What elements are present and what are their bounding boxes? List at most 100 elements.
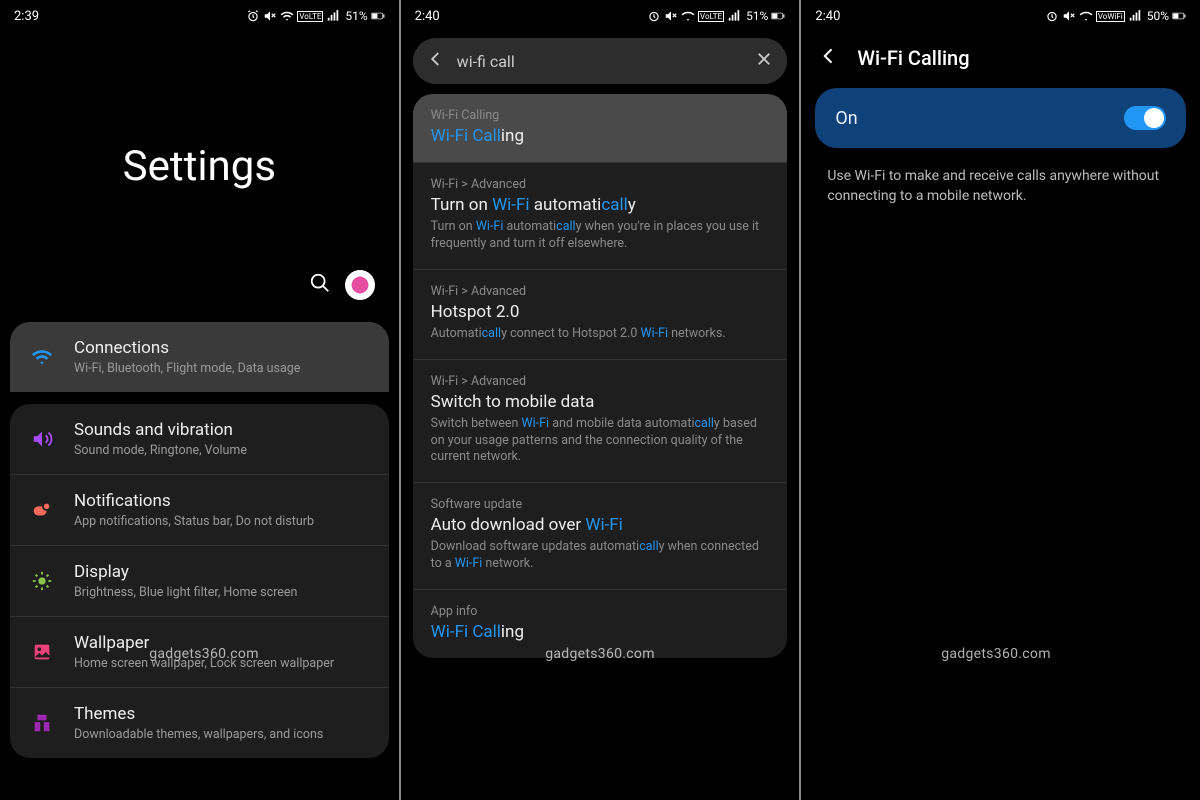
battery-text: 50% (1147, 9, 1169, 23)
status-bar: 2:40 VoWiFi 50% (801, 0, 1200, 32)
page-title: Wi-Fi Calling (857, 46, 969, 70)
wifi-icon (1079, 9, 1093, 23)
item-title: Display (74, 562, 297, 582)
status-icons: VoLTE 51% (246, 9, 384, 23)
signal-icon (727, 9, 741, 23)
clock: 2:40 (415, 9, 440, 24)
vowifi-label: VoWiFi (1096, 11, 1125, 22)
volte-label: VoLTE (698, 11, 724, 22)
item-title: Connections (74, 338, 300, 358)
signal-icon (1128, 9, 1142, 23)
settings-item-themes[interactable]: Themes Downloadable themes, wallpapers, a… (10, 687, 389, 758)
wifi-calling-description: Use Wi-Fi to make and receive calls anyw… (801, 148, 1200, 225)
wifi-icon (28, 346, 56, 368)
result-title: Wi-Fi Calling (431, 126, 770, 146)
sound-icon (28, 428, 56, 450)
search-icon (309, 272, 331, 294)
themes-icon (28, 712, 56, 734)
result-path: Wi-Fi > Advanced (431, 374, 770, 389)
battery-icon (1172, 9, 1186, 23)
result-desc: Download software updates automatically … (431, 539, 770, 573)
status-icons: VoWiFi 50% (1045, 9, 1186, 23)
result-path: App info (431, 604, 770, 619)
alarm-icon (1045, 9, 1059, 23)
battery-icon (371, 9, 385, 23)
status-bar: 2:40 VoLTE 51% (401, 0, 800, 32)
item-title: Themes (74, 704, 323, 724)
clock: 2:39 (14, 9, 39, 24)
item-sub: Sound mode, Ringtone, Volume (74, 443, 247, 458)
mute-icon (263, 9, 277, 23)
result-auto-download[interactable]: Software update Auto download over Wi-Fi… (413, 482, 788, 589)
item-sub: Home screen wallpaper, Lock screen wallp… (74, 656, 334, 671)
search-results: Wi-Fi Calling Wi-Fi Calling Wi-Fi > Adva… (413, 94, 788, 658)
result-path: Wi-Fi Calling (431, 108, 770, 123)
result-title: Auto download over Wi-Fi (431, 515, 770, 535)
result-title: Switch to mobile data (431, 392, 770, 412)
settings-item-notifications[interactable]: Notifications App notifications, Status b… (10, 474, 389, 545)
settings-group-1: Connections Wi-Fi, Bluetooth, Flight mode… (10, 322, 389, 392)
result-wifi-calling[interactable]: Wi-Fi Calling Wi-Fi Calling (413, 94, 788, 162)
clear-button[interactable] (755, 50, 773, 72)
toggle-label: On (835, 108, 857, 129)
item-sub: App notifications, Status bar, Do not di… (74, 514, 314, 529)
search-input[interactable]: wi-fi call (457, 52, 756, 71)
wifi-calling-screen: 2:40 VoWiFi 50% Wi-Fi Calling On Use Wi-… (801, 0, 1200, 800)
settings-item-display[interactable]: Display Brightness, Blue light filter, Ho… (10, 545, 389, 616)
result-hotspot[interactable]: Wi-Fi > Advanced Hotspot 2.0 Automatical… (413, 269, 788, 359)
signal-icon (326, 9, 340, 23)
item-title: Sounds and vibration (74, 420, 247, 440)
result-auto-wifi[interactable]: Wi-Fi > Advanced Turn on Wi-Fi automatic… (413, 162, 788, 269)
toggle-switch[interactable] (1124, 106, 1166, 130)
search-bar: wi-fi call (413, 38, 788, 84)
profile-avatar[interactable] (345, 270, 375, 300)
status-icons: VoLTE 51% (647, 9, 785, 23)
back-icon (819, 46, 839, 66)
result-path: Wi-Fi > Advanced (431, 284, 770, 299)
settings-group-2: Sounds and vibration Sound mode, Ringtone… (10, 404, 389, 758)
wallpaper-icon (28, 641, 56, 663)
page-title: Settings (24, 142, 375, 191)
settings-screen: 2:39 VoLTE 51% Settings Connections Wi-Fi… (0, 0, 399, 800)
item-title: Wallpaper (74, 633, 334, 653)
item-sub: Brightness, Blue light filter, Home scre… (74, 585, 297, 600)
back-button[interactable] (427, 50, 445, 72)
result-title: Hotspot 2.0 (431, 302, 770, 322)
settings-item-sounds[interactable]: Sounds and vibration Sound mode, Ringtone… (10, 404, 389, 474)
result-path: Software update (431, 497, 770, 512)
item-title: Notifications (74, 491, 314, 511)
clock: 2:40 (815, 9, 840, 24)
search-button[interactable] (309, 272, 331, 298)
notification-icon (28, 499, 56, 521)
back-icon (427, 50, 445, 68)
close-icon (755, 50, 773, 68)
result-switch-mobile[interactable]: Wi-Fi > Advanced Switch to mobile data S… (413, 359, 788, 483)
result-path: Wi-Fi > Advanced (431, 177, 770, 192)
settings-item-wallpaper[interactable]: Wallpaper Home screen wallpaper, Lock scr… (10, 616, 389, 687)
mute-icon (1062, 9, 1076, 23)
settings-header: Settings (0, 32, 399, 322)
display-icon (28, 570, 56, 592)
result-app-info[interactable]: App info Wi-Fi Calling (413, 589, 788, 658)
result-desc: Turn on Wi-Fi automatically when you're … (431, 219, 770, 253)
alarm-icon (246, 9, 260, 23)
battery-text: 51% (345, 9, 367, 23)
alarm-icon (647, 9, 661, 23)
wifi-calling-header: Wi-Fi Calling (801, 32, 1200, 88)
battery-text: 51% (746, 9, 768, 23)
mute-icon (664, 9, 678, 23)
item-sub: Downloadable themes, wallpapers, and ico… (74, 727, 323, 742)
result-desc: Automatically connect to Hotspot 2.0 Wi-… (431, 326, 770, 343)
result-desc: Switch between Wi-Fi and mobile data aut… (431, 416, 770, 467)
wifi-icon (681, 9, 695, 23)
item-sub: Wi-Fi, Bluetooth, Flight mode, Data usag… (74, 361, 300, 376)
settings-item-connections[interactable]: Connections Wi-Fi, Bluetooth, Flight mode… (10, 322, 389, 392)
volte-label: VoLTE (297, 11, 323, 22)
wifi-calling-toggle-card[interactable]: On (815, 88, 1186, 148)
wifi-icon (280, 9, 294, 23)
back-button[interactable] (819, 46, 839, 70)
result-title: Turn on Wi-Fi automatically (431, 195, 770, 215)
battery-icon (771, 9, 785, 23)
result-title: Wi-Fi Calling (431, 622, 770, 642)
search-results-screen: 2:40 VoLTE 51% wi-fi call Wi-Fi Calling … (401, 0, 800, 800)
